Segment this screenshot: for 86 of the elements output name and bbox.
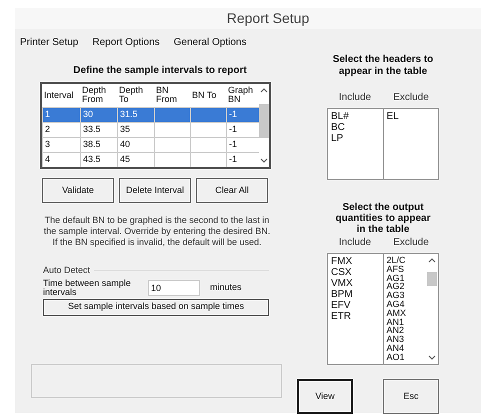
table-cell: 45 <box>117 152 154 167</box>
list-item[interactable]: AG3 <box>386 291 425 300</box>
table-cell: 43.5 <box>80 152 117 167</box>
list-item[interactable]: EFV <box>331 300 382 311</box>
list-item[interactable]: AO1 <box>386 352 425 362</box>
scroll-up-icon[interactable] <box>260 88 268 93</box>
group-title: Auto Detect <box>43 264 90 277</box>
dialog-button[interactable]: View <box>297 379 353 414</box>
table-row[interactable]: 1 30 31.5 -1 <box>42 106 259 122</box>
table-cell <box>190 136 226 152</box>
help-text: The default BN to be graphed is the second to the last in the sample interval. Override by entering the desired BN. If the BN specified is invalid, the default will be used. <box>43 215 271 248</box>
column-header[interactable]: Interval <box>42 84 80 107</box>
list-item[interactable]: BL# <box>331 111 382 122</box>
window-title: Report Setup <box>226 9 310 28</box>
table-cell: 2 <box>42 122 80 137</box>
list-item[interactable]: AG4 <box>386 300 425 309</box>
list-item[interactable]: AFS <box>386 264 425 274</box>
action-button[interactable]: Delete Interval <box>119 178 191 203</box>
column-header[interactable]: Graph BN <box>226 84 259 107</box>
list-item[interactable]: AN3 <box>386 335 425 344</box>
menu-item[interactable]: Report Options <box>92 35 160 50</box>
column-header[interactable]: Depth From <box>80 84 117 107</box>
section-heading: Select the headers to appear in the table <box>332 54 434 78</box>
scroll-thumb[interactable] <box>259 104 269 138</box>
list-item[interactable]: BC <box>331 122 382 133</box>
table-cell: 31.5 <box>117 106 154 122</box>
table-cell: 3 <box>42 136 80 152</box>
scroll-down-icon[interactable] <box>428 355 436 360</box>
include-label: Include <box>338 236 372 250</box>
action-button[interactable]: Validate <box>42 178 114 203</box>
table-cell: 1 <box>42 106 80 122</box>
table-cell: 33.5 <box>80 122 117 137</box>
scroll-thumb[interactable] <box>426 272 436 286</box>
list-item[interactable]: AN2 <box>386 326 425 336</box>
table-row[interactable]: 2 33.5 35 -1 <box>42 122 259 137</box>
table-cell: -1 <box>226 136 259 152</box>
unit-label: minutes <box>210 280 242 294</box>
table-cell <box>154 136 190 152</box>
list-item[interactable]: LP <box>331 133 382 144</box>
exclude-label: Exclude <box>392 91 430 105</box>
table-cell: 38.5 <box>80 136 117 152</box>
menu-item[interactable]: Printer Setup <box>20 35 78 50</box>
action-button[interactable]: Clear All <box>196 178 268 203</box>
table-cell: -1 <box>226 152 259 167</box>
list-item[interactable]: BPM <box>331 289 382 300</box>
column-header[interactable]: BN From <box>154 84 190 107</box>
table-cell <box>154 122 190 137</box>
section-heading: Select the output quantities to appear in the table <box>334 202 432 235</box>
list-box[interactable]: EL <box>384 109 438 179</box>
exclude-label: Exclude <box>392 236 430 250</box>
table-row[interactable]: 3 38.5 40 -1 <box>42 136 259 152</box>
list-box[interactable]: FMX CSX VMX BPM EFV ETR <box>328 254 382 364</box>
column-header[interactable]: Depth To <box>117 84 154 107</box>
table-cell: 30 <box>80 106 117 122</box>
table-cell <box>190 122 226 137</box>
list-item[interactable]: AG1 <box>386 274 425 282</box>
list-item[interactable]: AN4 <box>386 344 425 353</box>
field-label: Time between sample intervals <box>43 278 132 296</box>
list-item[interactable]: CSX <box>331 267 382 278</box>
table-cell: 40 <box>117 136 154 152</box>
table-cell <box>154 152 190 167</box>
list-item[interactable]: ETR <box>331 311 382 322</box>
table-cell <box>154 106 190 122</box>
scroll-down-icon[interactable] <box>260 158 268 163</box>
list-item[interactable]: EL <box>386 111 438 122</box>
list-item[interactable]: 2L/C <box>386 256 425 265</box>
list-item[interactable]: AMX <box>386 308 425 318</box>
list-box[interactable]: BL# BC LP <box>328 109 382 179</box>
section-heading: Define the sample intervals to report <box>72 64 248 78</box>
table-cell <box>190 152 226 167</box>
menu-item[interactable]: General Options <box>174 35 246 50</box>
table-row[interactable]: 4 43.5 45 -1 <box>42 152 259 167</box>
interval-input[interactable]: 10 <box>148 280 200 296</box>
list-item[interactable]: AN1 <box>386 318 425 326</box>
table-cell: 4 <box>42 152 80 167</box>
list-item[interactable]: AG2 <box>386 282 425 292</box>
table-cell: 35 <box>117 122 154 137</box>
set-intervals-button[interactable]: Set sample intervals based on sample times <box>43 298 269 316</box>
scroll-up-icon[interactable] <box>428 258 436 263</box>
list-item[interactable]: VMX <box>331 278 382 289</box>
list-box[interactable]: 2L/C AFS AG1 AG2 AG3 AG4 AMX AN1 AN2 AN3 AN4 AO1 <box>384 254 438 364</box>
table-cell <box>190 106 226 122</box>
list-item[interactable]: FMX <box>331 256 382 267</box>
column-header[interactable]: BN To <box>190 84 226 107</box>
dialog-button[interactable]: Esc <box>383 379 439 414</box>
include-label: Include <box>338 91 372 105</box>
